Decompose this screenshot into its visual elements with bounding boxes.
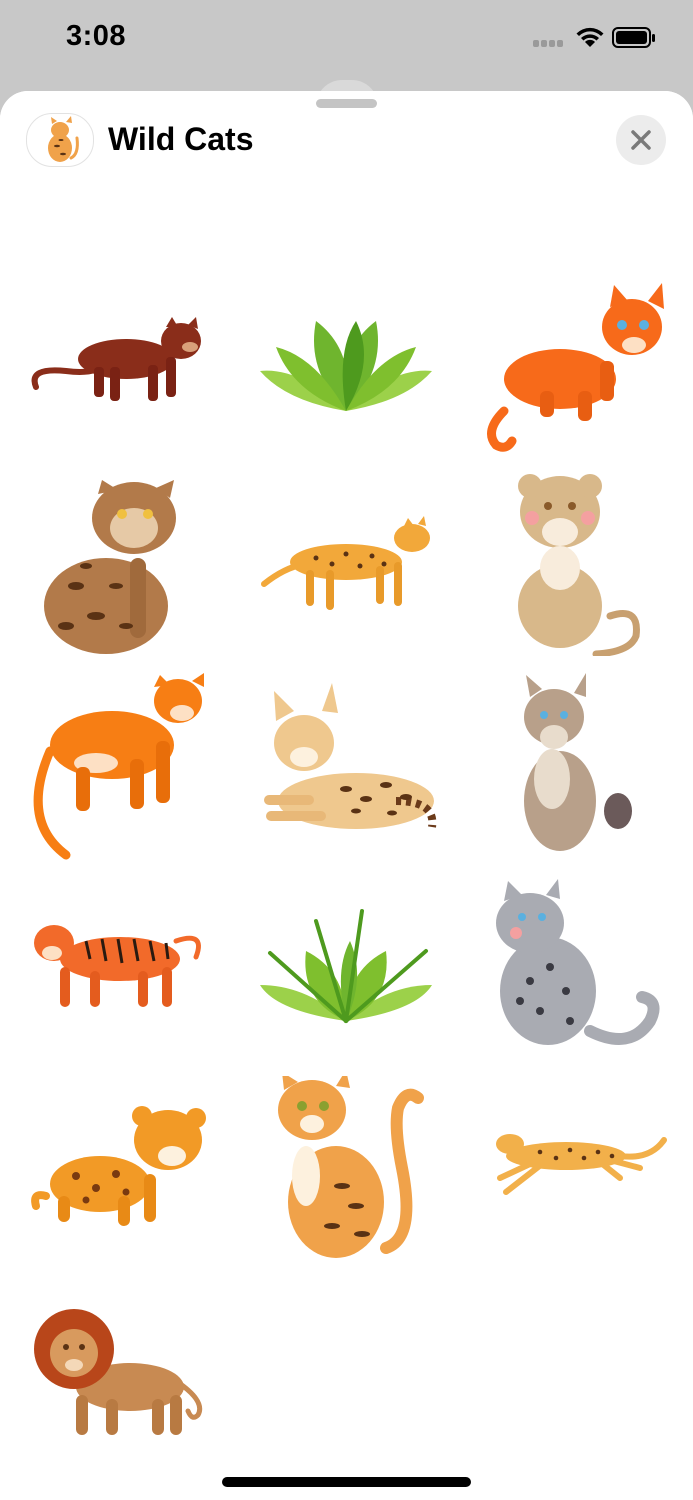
lynx-sitting-sticker[interactable] — [470, 671, 670, 861]
close-icon — [631, 130, 651, 150]
serval-lying-sticker[interactable] — [246, 671, 446, 861]
sticker-sheet: Wild Cats — [0, 91, 693, 1500]
cheetah-running-sticker[interactable] — [470, 1076, 670, 1266]
puma-sticker[interactable] — [26, 671, 226, 861]
battery-icon — [612, 27, 655, 48]
jaguarundi-sticker[interactable] — [26, 271, 226, 461]
sheet-title: Wild Cats — [108, 121, 254, 157]
snow-leopard-sticker[interactable] — [470, 871, 670, 1061]
cheetah-walking-sticker[interactable] — [246, 466, 446, 656]
green-bush-sticker[interactable] — [246, 271, 446, 461]
tiger-sticker[interactable] — [26, 871, 226, 1061]
orange-wild-cat-sticker[interactable] — [470, 271, 670, 461]
home-indicator[interactable] — [222, 1477, 471, 1487]
lion-sticker[interactable] — [26, 1291, 226, 1481]
status-time: 3:08 — [66, 20, 127, 52]
sticker-grid — [0, 91, 693, 1500]
clouded-leopard-sitting-sticker[interactable] — [470, 466, 670, 656]
close-button[interactable] — [616, 115, 666, 165]
sheet-grabber-handle[interactable] — [316, 99, 377, 108]
wifi-icon — [576, 27, 604, 47]
wild-cat-app-icon — [26, 113, 94, 167]
cellular-signal-icon — [533, 40, 563, 47]
tropical-plant-sticker[interactable] — [246, 871, 446, 1061]
leopard-cat-sitting-sticker[interactable] — [26, 466, 226, 656]
bengal-cat-sitting-sticker[interactable] — [246, 1076, 446, 1266]
leopard-cub-sticker[interactable] — [26, 1076, 226, 1266]
status-bar: 3:08 — [0, 0, 693, 80]
